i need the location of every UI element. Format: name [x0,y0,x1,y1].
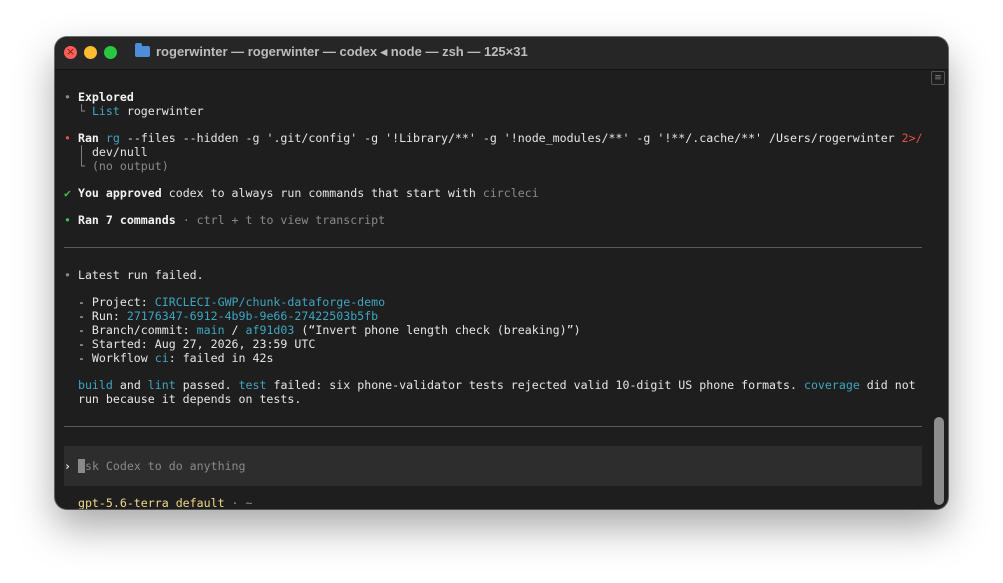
bullet-icon: • [64,90,71,104]
approved-you: You [77,186,99,200]
approved-prefix: circleci [482,186,539,200]
project-value[interactable]: CIRCLECI-GWP/chunk-dataforge-demo [155,295,385,309]
divider [64,247,922,248]
checkmark-icon: ✔ [64,186,71,200]
explored-heading: Explored [77,90,134,104]
run-value[interactable]: 27176347-6912-4b9b-9e66-27422503b5fb [127,309,378,323]
zoom-button[interactable] [104,46,117,59]
divider [64,426,922,427]
tree-branch-icon: └ [77,159,85,173]
ran-cmd-args: --files --hidden -g '.git/config' -g '!L… [126,131,895,145]
result-heading-line: • Latest run failed. [64,268,204,282]
explored-item-target: rogerwinter [126,104,204,118]
approved-line: ✔ You approved codex to always run comma… [64,186,539,200]
close-button[interactable]: × [64,45,77,59]
workflow-label: - Workflow [77,351,148,365]
prompt-chevron-icon: › [64,459,71,473]
branch-value: main [196,323,225,337]
scrollbar[interactable] [934,417,945,505]
explored-heading-line: • Explored [64,90,134,104]
footer-line: gpt-5.6-terra default · ~ [64,496,253,509]
scroll-menu-icon[interactable]: ≡ [931,71,945,85]
started-line: - Started: Aug 27, 2026, 23:59 UTC [64,337,315,351]
project-label: - Project: [77,295,148,309]
summary-coverage: coverage [803,378,860,392]
branch-line: - Branch/commit: main / af91d03 (“Invert… [64,323,581,337]
ran-summary-line: • Ran 7 commands · ctrl + t to view tran… [64,213,385,227]
ran-output: (no output) [91,159,169,173]
scrollbar-thumb[interactable] [934,417,944,505]
started-label: - Started: [77,337,148,351]
close-icon: × [65,45,76,58]
workflow-name: ci [154,351,169,365]
started-value: Aug 27, 2026, 23:59 UTC [154,337,316,351]
summary-line-2: run because it depends on tests. [64,392,301,406]
text-cursor [78,459,85,473]
branch-label: - Branch/commit: [77,323,190,337]
terminal-window: × rogerwinter — rogerwinter — codex ◂ no… [55,37,948,509]
ran-cmd-name: rg [105,131,120,145]
result-heading: Latest run failed. [77,268,204,282]
approved-rest: codex to always run commands that start … [168,186,476,200]
model-name: gpt-5.6-terra default [77,496,225,509]
success-bullet-icon: • [64,213,71,227]
ran-label: Ran [77,131,99,145]
prompt-placeholder[interactable]: Ask Codex to do anything [78,459,246,473]
ran-summary-hint: · ctrl + t to view transcript [182,213,386,227]
folder-icon [135,43,150,57]
commit-msg: (“Invert phone length check (breaking)”) [301,323,581,337]
terminal-content[interactable]: • Explored └ List rogerwinter • Ran rg -… [55,70,948,509]
summary-lint: lint [147,378,176,392]
explored-item-verb: List [91,104,120,118]
approved-word: approved [105,186,162,200]
workflow-line: - Workflow ci: failed in 42s [64,351,273,365]
summary-tail-1: did not [866,378,916,392]
commit-value: af91d03 [245,323,295,337]
run-label: - Run: [77,309,120,323]
project-line: - Project: CIRCLECI-GWP/chunk-dataforge-… [64,295,385,309]
explored-item-line: └ List rogerwinter [64,104,204,118]
ran-command-line-2: │ dev/null [64,145,148,159]
summary-build: build [77,378,113,392]
summary-tail-2: run because it depends on tests. [77,392,302,406]
run-line: - Run: 27176347-6912-4b9b-9e66-27422503b… [64,309,378,323]
ran-command-line: • Ran rg --files --hidden -g '.git/confi… [64,131,923,145]
summary-and: and [119,378,141,392]
summary-line-1: build and lint passed. test failed: six … [64,378,916,392]
ran-cmd-args-2: dev/null [91,145,148,159]
branch-sep: / [231,323,239,337]
bullet-icon: • [64,268,71,282]
footer-path: · ~ [231,496,253,509]
summary-passed: passed. [182,378,232,392]
summary-failed: failed: six phone-validator tests reject… [273,378,797,392]
title-bar: × rogerwinter — rogerwinter — codex ◂ no… [55,37,948,70]
tree-branch-icon: └ [77,104,85,118]
tree-pipe-icon: │ [77,145,85,159]
ran-cmd-redirect: 2>/ [901,131,923,145]
prompt-input-box[interactable]: › Ask Codex to do anything [64,446,922,486]
ran-output-line: └ (no output) [64,159,169,173]
window-title: rogerwinter — rogerwinter — codex ◂ node… [156,44,528,59]
window-title-bar: rogerwinter — rogerwinter — codex ◂ node… [135,43,928,60]
ran-summary-label: Ran 7 commands [77,213,176,227]
minimize-button[interactable] [84,46,97,59]
summary-test: test [238,378,267,392]
workflow-status: : failed in 42s [168,351,274,365]
error-bullet-icon: • [64,131,71,145]
